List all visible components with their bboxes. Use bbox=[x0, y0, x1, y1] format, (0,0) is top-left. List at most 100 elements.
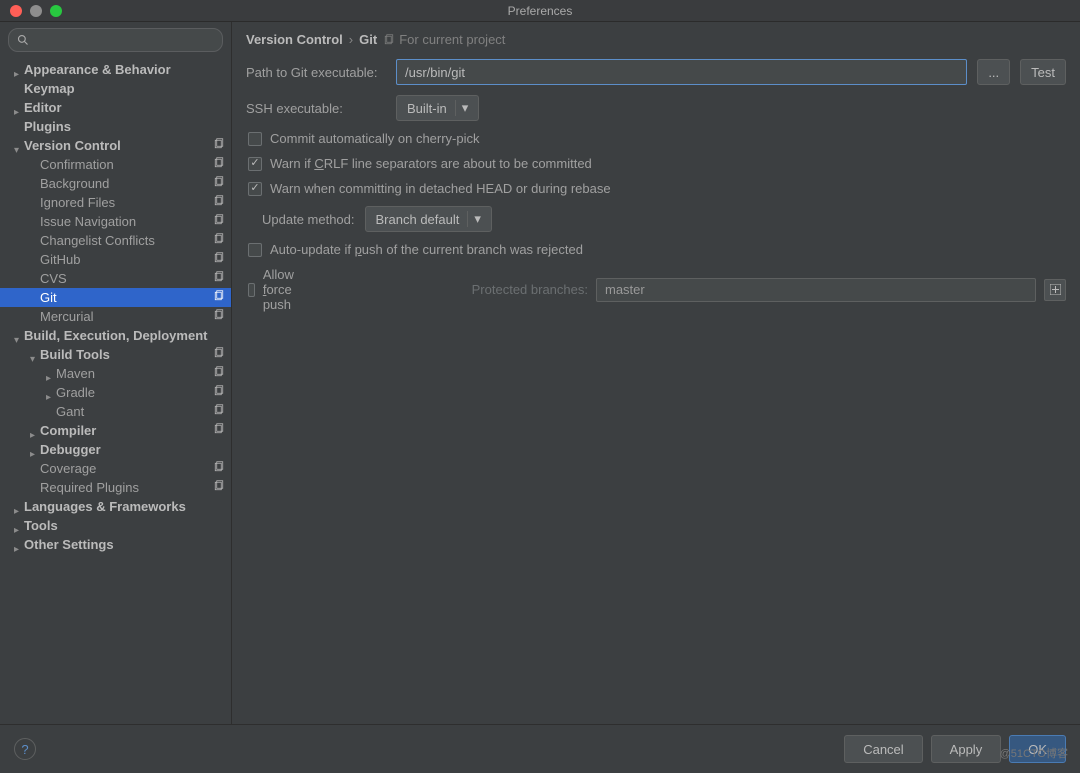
breadcrumb-scope: For current project bbox=[383, 32, 505, 47]
project-scope-icon bbox=[213, 461, 225, 476]
add-protected-branch-button[interactable] bbox=[1044, 279, 1066, 301]
tree-item-changelist-conflicts[interactable]: Changelist Conflicts bbox=[0, 231, 231, 250]
tree-item-compiler[interactable]: Compiler bbox=[0, 421, 231, 440]
tree-label: GitHub bbox=[40, 252, 213, 267]
arrow-collapsed-icon bbox=[14, 540, 24, 550]
update-method-dropdown[interactable]: Branch default ▾ bbox=[365, 206, 492, 232]
arrow-none bbox=[30, 255, 40, 265]
tree-item-other-settings[interactable]: Other Settings bbox=[0, 535, 231, 554]
tree-label: Editor bbox=[24, 100, 225, 115]
arrow-none bbox=[30, 464, 40, 474]
warn-crlf-checkbox[interactable] bbox=[248, 157, 262, 171]
tree-item-mercurial[interactable]: Mercurial bbox=[0, 307, 231, 326]
commit-auto-checkbox[interactable] bbox=[248, 132, 262, 146]
tree-item-background[interactable]: Background bbox=[0, 174, 231, 193]
ssh-dropdown[interactable]: Built-in ▾ bbox=[396, 95, 479, 121]
protected-branches-label: Protected branches: bbox=[472, 282, 588, 297]
close-window-button[interactable] bbox=[10, 5, 22, 17]
content-pane: Version Control › Git For current projec… bbox=[232, 22, 1080, 724]
tree-item-debugger[interactable]: Debugger bbox=[0, 440, 231, 459]
tree-item-confirmation[interactable]: Confirmation bbox=[0, 155, 231, 174]
arrow-collapsed-icon bbox=[46, 369, 56, 379]
auto-update-checkbox[interactable] bbox=[248, 243, 262, 257]
project-scope-icon bbox=[213, 271, 225, 286]
tree-item-version-control[interactable]: Version Control bbox=[0, 136, 231, 155]
arrow-none bbox=[30, 160, 40, 170]
main-area: Appearance & BehaviorKeymap Editor Plugins… bbox=[0, 22, 1080, 724]
titlebar: Preferences bbox=[0, 0, 1080, 22]
tree-item-cvs[interactable]: CVS bbox=[0, 269, 231, 288]
project-scope-icon bbox=[213, 309, 225, 324]
tree-item-tools[interactable]: Tools bbox=[0, 516, 231, 535]
project-scope-icon bbox=[213, 138, 225, 153]
test-button[interactable]: Test bbox=[1020, 59, 1066, 85]
update-method-label: Update method: bbox=[262, 212, 355, 227]
zoom-window-button[interactable] bbox=[50, 5, 62, 17]
warn-detached-row: Warn when committing in detached HEAD or… bbox=[246, 181, 1066, 196]
arrow-none bbox=[30, 198, 40, 208]
force-push-checkbox[interactable] bbox=[248, 283, 255, 297]
minimize-window-button[interactable] bbox=[30, 5, 42, 17]
cancel-button[interactable]: Cancel bbox=[844, 735, 922, 763]
ok-button[interactable]: OK bbox=[1009, 735, 1066, 763]
tree-item-build-tools[interactable]: Build Tools bbox=[0, 345, 231, 364]
path-label: Path to Git executable: bbox=[246, 65, 386, 80]
search-input[interactable] bbox=[35, 33, 214, 48]
tree-label: Confirmation bbox=[40, 157, 213, 172]
arrow-collapsed-icon bbox=[30, 445, 40, 455]
tree-item-languages-frameworks[interactable]: Languages & Frameworks bbox=[0, 497, 231, 516]
tree-item-required-plugins[interactable]: Required Plugins bbox=[0, 478, 231, 497]
protected-branches-input[interactable] bbox=[596, 278, 1036, 302]
apply-button[interactable]: Apply bbox=[931, 735, 1002, 763]
tree-label: Version Control bbox=[24, 138, 213, 153]
tree-item-ignored-files[interactable]: Ignored Files bbox=[0, 193, 231, 212]
tree-item-gant[interactable]: Gant bbox=[0, 402, 231, 421]
tree-item-build-execution-deployment[interactable]: Build, Execution, Deployment bbox=[0, 326, 231, 345]
tree-item-git[interactable]: Git bbox=[0, 288, 231, 307]
tree-item-coverage[interactable]: Coverage bbox=[0, 459, 231, 478]
tree-label: Changelist Conflicts bbox=[40, 233, 213, 248]
traffic-lights bbox=[0, 5, 62, 17]
browse-button[interactable]: ... bbox=[977, 59, 1010, 85]
warn-crlf-label: Warn if CRLF line separators are about t… bbox=[270, 156, 592, 171]
tree-item-keymap[interactable]: Keymap bbox=[0, 79, 231, 98]
tree-item-issue-navigation[interactable]: Issue Navigation bbox=[0, 212, 231, 231]
warn-crlf-row: Warn if CRLF line separators are about t… bbox=[246, 156, 1066, 171]
tree-item-github[interactable]: GitHub bbox=[0, 250, 231, 269]
search-box[interactable] bbox=[8, 28, 223, 52]
tree-label: Maven bbox=[56, 366, 213, 381]
commit-auto-label: Commit automatically on cherry-pick bbox=[270, 131, 480, 146]
tree-label: Background bbox=[40, 176, 213, 191]
settings-tree: Appearance & BehaviorKeymap Editor Plugins… bbox=[0, 58, 231, 724]
tree-item-gradle[interactable]: Gradle bbox=[0, 383, 231, 402]
warn-detached-checkbox[interactable] bbox=[248, 182, 262, 196]
window-title: Preferences bbox=[508, 4, 573, 18]
ssh-value: Built-in bbox=[407, 101, 447, 116]
tree-item-appearance-behavior[interactable]: Appearance & Behavior bbox=[0, 60, 231, 79]
project-scope-icon bbox=[213, 176, 225, 191]
project-scope-icon bbox=[213, 480, 225, 495]
arrow-expanded-icon bbox=[14, 141, 24, 151]
warn-detached-label: Warn when committing in detached HEAD or… bbox=[270, 181, 611, 196]
tree-item-maven[interactable]: Maven bbox=[0, 364, 231, 383]
project-scope-icon bbox=[213, 233, 225, 248]
help-button[interactable]: ? bbox=[14, 738, 36, 760]
project-scope-icon bbox=[213, 423, 225, 438]
tree-item-plugins[interactable]: Plugins bbox=[0, 117, 231, 136]
project-scope-icon bbox=[213, 157, 225, 172]
tree-label: Plugins bbox=[24, 119, 225, 134]
arrow-none bbox=[30, 274, 40, 284]
arrow-expanded-icon bbox=[14, 331, 24, 341]
update-method-row: Update method: Branch default ▾ bbox=[246, 206, 1066, 232]
arrow-none bbox=[46, 407, 56, 417]
breadcrumb: Version Control › Git For current projec… bbox=[232, 22, 1080, 55]
tree-item-editor[interactable]: Editor bbox=[0, 98, 231, 117]
auto-update-row: Auto-update if push of the current branc… bbox=[246, 242, 1066, 257]
expand-icon bbox=[1050, 284, 1061, 295]
breadcrumb-root: Version Control bbox=[246, 32, 343, 47]
dialog-footer: ? Cancel Apply OK bbox=[0, 724, 1080, 773]
auto-update-label: Auto-update if push of the current branc… bbox=[270, 242, 583, 257]
update-method-value: Branch default bbox=[376, 212, 460, 227]
arrow-none bbox=[30, 179, 40, 189]
git-path-input[interactable] bbox=[396, 59, 967, 85]
